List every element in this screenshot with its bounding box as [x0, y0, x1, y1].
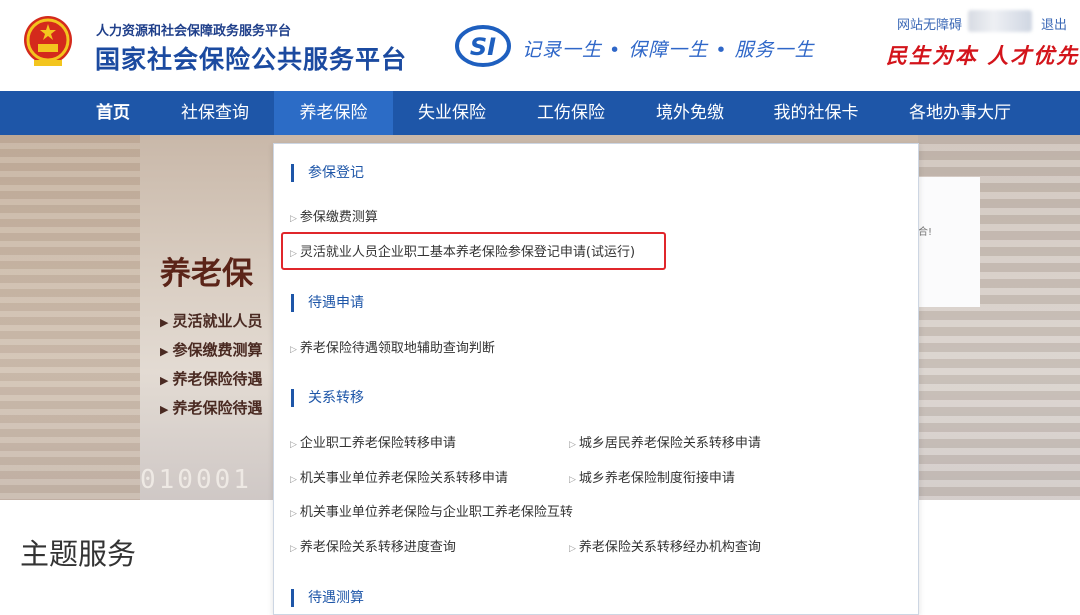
highlight-box — [281, 232, 666, 270]
national-emblem-icon — [24, 16, 72, 66]
banner-list-item[interactable]: 养老保险待遇 — [160, 397, 262, 426]
link-transfer-agency[interactable]: 养老保险关系转移经办机构查询 — [569, 536, 761, 555]
nav-item-overseas-exemption[interactable]: 境外免缴 — [645, 91, 735, 135]
nav-item-injury-insurance[interactable]: 工伤保险 — [526, 91, 616, 135]
banner-list-item[interactable]: 养老保险待遇 — [160, 368, 262, 397]
section-heading-benefit-calculation: 待遇测算 — [291, 589, 364, 607]
nav-item-unemployment-insurance[interactable]: 失业保险 — [407, 91, 497, 135]
org-subtitle: 人力资源和社会保障政务服务平台 — [96, 24, 292, 39]
section-heading-benefit-application: 待遇申请 — [291, 294, 364, 312]
link-institution-enterprise-mutual[interactable]: 机关事业单位养老保险与企业职工养老保险互转 — [290, 501, 573, 520]
nav-item-social-security-query[interactable]: 社保查询 — [170, 91, 260, 135]
link-urban-rural-connection[interactable]: 城乡养老保险制度衔接申请 — [569, 467, 735, 486]
banner-side-card: 合! — [918, 177, 980, 307]
org-title: 国家社会保险公共服务平台 — [95, 45, 408, 74]
banner-list-item[interactable]: 灵活就业人员 — [160, 310, 262, 339]
nav-item-home[interactable]: 首页 — [82, 91, 144, 135]
nav-item-my-social-security-card[interactable]: 我的社保卡 — [763, 91, 869, 135]
section-heading-relation-transfer: 关系转移 — [291, 389, 364, 407]
social-insurance-logo-icon: SI — [455, 25, 511, 67]
nav-item-local-service-halls[interactable]: 各地办事大厅 — [900, 91, 1020, 135]
motto: 民生为本 人才优先 — [886, 43, 1080, 68]
banner-list-item[interactable]: 参保缴费测算 — [160, 339, 262, 368]
logout-link[interactable]: 退出 — [1041, 14, 1067, 33]
section-heading-enrollment: 参保登记 — [291, 164, 364, 182]
slogan: 记录一生 • 保障一生 • 服务一生 — [522, 39, 815, 61]
link-transfer-progress[interactable]: 养老保险关系转移进度查询 — [290, 536, 456, 555]
banner-side-card-text: 合! — [918, 227, 933, 238]
user-name-blurred[interactable] — [968, 10, 1032, 32]
banner-list: 灵活就业人员 参保缴费测算 养老保险待遇 养老保险待遇 — [160, 310, 262, 426]
link-benefit-location-query[interactable]: 养老保险待遇领取地辅助查询判断 — [290, 337, 495, 356]
link-contribution-calculation[interactable]: 参保缴费测算 — [290, 206, 378, 225]
link-urban-rural-transfer[interactable]: 城乡居民养老保险关系转移申请 — [569, 432, 761, 451]
pension-dropdown-menu: 参保登记 参保缴费测算 灵活就业人员企业职工基本养老保险参保登记申请(试运行) … — [273, 143, 919, 615]
banner-title: 养老保 — [160, 256, 253, 292]
accessibility-link[interactable]: 网站无障碍 — [897, 14, 962, 33]
nav-item-pension-insurance[interactable]: 养老保险 — [274, 91, 393, 135]
link-institution-transfer[interactable]: 机关事业单位养老保险关系转移申请 — [290, 467, 508, 486]
banner-coins-left — [0, 135, 140, 500]
si-logo-text: SI — [470, 33, 496, 61]
theme-services-heading: 主题服务 — [20, 537, 137, 571]
site-header: 人力资源和社会保障政务服务平台 国家社会保险公共服务平台 SI 记录一生 • 保… — [0, 0, 1080, 91]
banner-digits: 010001 — [140, 465, 252, 495]
main-nav: 首页 社保查询 养老保险 失业保险 工伤保险 境外免缴 我的社保卡 各地办事大厅 — [0, 91, 1080, 135]
link-enterprise-transfer[interactable]: 企业职工养老保险转移申请 — [290, 432, 456, 451]
